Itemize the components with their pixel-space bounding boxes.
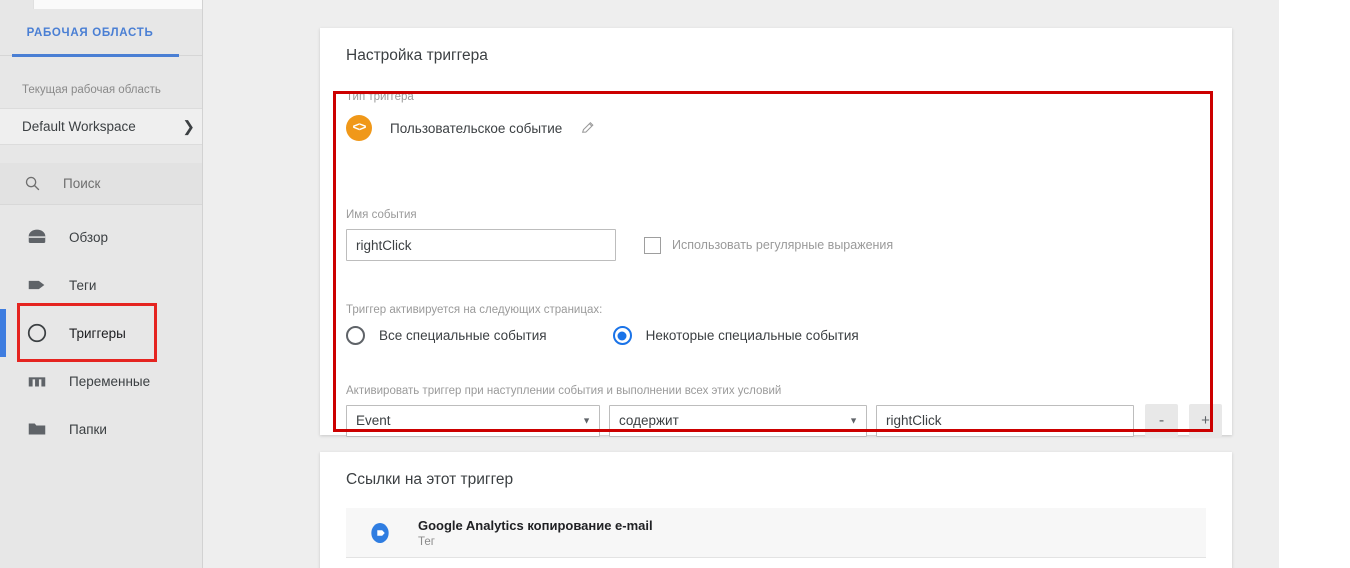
page-title: Настройка триггера (346, 47, 488, 64)
trigger-links-card: Ссылки на этот триггер Google Analytics … (320, 452, 1232, 568)
regex-checkbox-label: Использовать регулярные выражения (672, 238, 894, 252)
tag-icon (26, 274, 48, 296)
sidebar-item-triggers-label: Триггеры (69, 325, 126, 341)
tab-secondary[interactable] (196, 9, 202, 56)
regex-checkbox-group[interactable]: Использовать регулярные выражения (644, 236, 894, 254)
variables-icon (26, 370, 48, 392)
search-bar[interactable]: Поиск (0, 163, 202, 205)
condition-value-input[interactable] (876, 404, 1134, 437)
links-section-title: Ссылки на этот триггер (346, 471, 514, 488)
sidebar-item-overview[interactable]: Обзор (0, 213, 202, 261)
sidebar-item-triggers[interactable]: Триггеры (0, 309, 202, 357)
list-item-subtitle: Тег (418, 535, 435, 548)
pencil-icon[interactable] (580, 120, 596, 136)
trigger-type-row: <> Пользовательское событие (346, 115, 596, 141)
sidebar-item-tags[interactable]: Теги (0, 261, 202, 309)
fire-on-radio-group: Все специальные события Некоторые специа… (346, 326, 859, 345)
right-blank-area (1279, 0, 1350, 568)
list-item[interactable]: Google Analytics копирование e-mail Тег (346, 508, 1206, 558)
regex-checkbox[interactable] (644, 236, 661, 254)
list-item-title: Google Analytics копирование e-mail (418, 517, 653, 533)
radio-option-all-events[interactable]: Все специальные события (346, 326, 547, 345)
add-condition-button[interactable]: + (1189, 404, 1222, 437)
condition-operator-value: содержит (619, 413, 679, 428)
sidebar-item-variables-label: Переменные (69, 373, 151, 389)
app-root: РАБОЧАЯ ОБЛАСТЬ Текущая рабочая область … (0, 0, 1350, 568)
sidebar: РАБОЧАЯ ОБЛАСТЬ Текущая рабочая область … (0, 0, 203, 568)
tag-circle-icon (367, 520, 393, 546)
main-content: Настройка триггера Тип триггера <> Польз… (203, 0, 1350, 568)
event-name-label: Имя события (346, 209, 417, 221)
radio-all-events-label: Все специальные события (379, 328, 547, 343)
tab-workspace[interactable]: РАБОЧАЯ ОБЛАСТЬ (0, 9, 180, 56)
event-name-input[interactable] (346, 229, 616, 261)
sidebar-item-overview-label: Обзор (69, 229, 108, 245)
radio-option-some-events[interactable]: Некоторые специальные события (612, 326, 859, 345)
code-brackets-glyph: <> (352, 121, 366, 135)
folder-icon (26, 418, 48, 440)
search-placeholder: Поиск (63, 176, 101, 191)
sidebar-item-folders[interactable]: Папки (0, 405, 202, 453)
workspace-section-label: Текущая рабочая область (22, 84, 161, 96)
condition-variable-value: Event (356, 413, 391, 428)
trigger-settings-card: Настройка триггера Тип триггера <> Польз… (320, 28, 1232, 437)
condition-row: Event ▼ содержит ▼ - + (346, 404, 1222, 437)
search-icon (24, 175, 41, 192)
sidebar-item-variables[interactable]: Переменные (0, 357, 202, 405)
overview-icon (26, 226, 48, 248)
remove-condition-button[interactable]: - (1145, 404, 1178, 437)
fire-on-label: Триггер активируется на следующих страни… (346, 304, 603, 316)
radio-some-events-circle[interactable] (612, 326, 632, 345)
condition-operator-select[interactable]: содержит ▼ (609, 404, 867, 437)
tabbar-top-edge (33, 0, 202, 9)
chevron-right-icon: ❯ (182, 118, 195, 135)
trigger-type-label: Тип триггера (346, 91, 414, 103)
tab-workspace-label: РАБОЧАЯ ОБЛАСТЬ (26, 26, 154, 39)
radio-all-events-circle[interactable] (346, 326, 365, 345)
chevron-down-icon-operator: ▼ (849, 415, 858, 425)
workspace-name: Default Workspace (22, 119, 136, 134)
sidebar-tabbar: РАБОЧАЯ ОБЛАСТЬ (0, 9, 202, 57)
sidebar-item-tags-label: Теги (69, 277, 97, 293)
radio-some-events-label: Некоторые специальные события (645, 328, 859, 343)
code-brackets-icon: <> (346, 115, 372, 141)
trigger-type-value: Пользовательское событие (390, 120, 563, 136)
sidebar-item-folders-label: Папки (69, 421, 107, 437)
condition-variable-select[interactable]: Event ▼ (346, 404, 600, 437)
workspace-selector[interactable]: Default Workspace ❯ (0, 108, 202, 145)
event-name-row: Использовать регулярные выражения (346, 229, 893, 261)
sidebar-nav: Обзор Теги Триггеры Переменные Папки (0, 213, 202, 453)
tab-active-underline (12, 54, 179, 57)
chevron-down-icon: ▼ (582, 415, 591, 425)
active-indicator-bar (0, 309, 6, 357)
trigger-icon (26, 322, 48, 344)
list-item-texts: Google Analytics копирование e-mail Тег (418, 518, 653, 548)
conditions-label: Активировать триггер при наступлении соб… (346, 385, 782, 397)
